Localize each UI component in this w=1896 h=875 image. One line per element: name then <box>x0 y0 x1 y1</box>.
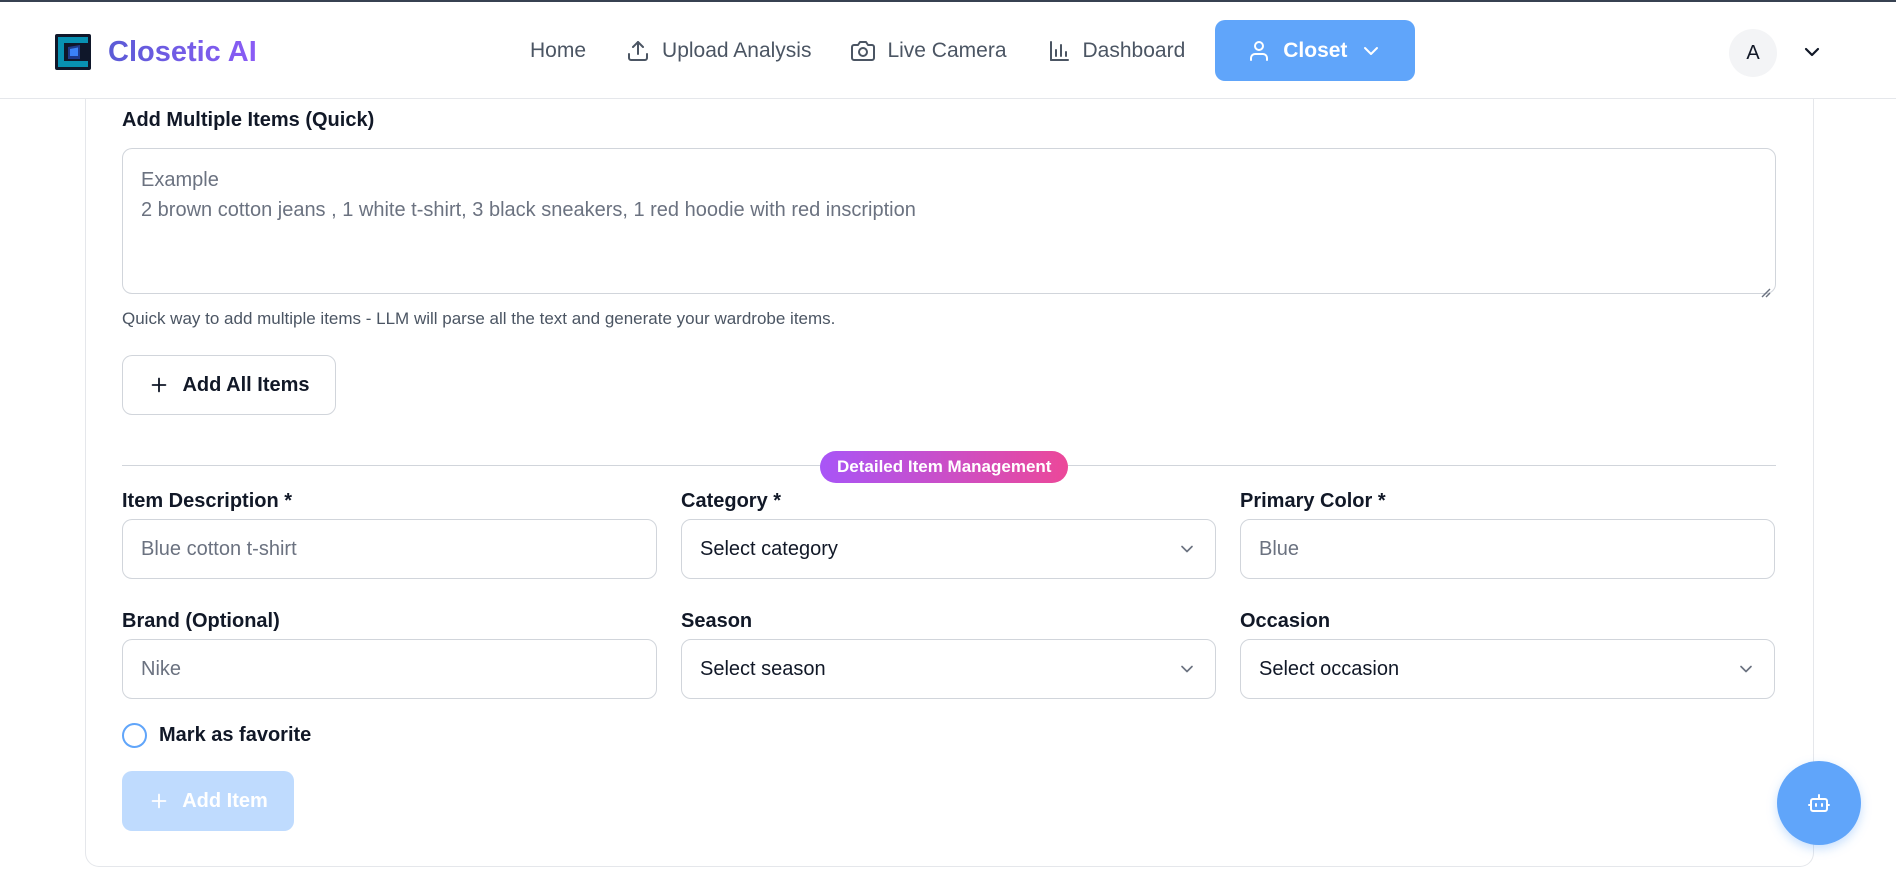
brand[interactable]: Closetic AI <box>54 33 257 71</box>
brand-name: Closetic AI <box>108 35 257 68</box>
closetic-logo-icon <box>55 34 91 70</box>
assistant-fab-button[interactable] <box>1777 761 1861 845</box>
chevron-down-icon <box>1364 46 1379 55</box>
chevron-down-icon <box>1181 545 1193 553</box>
primary-color-field[interactable] <box>1240 519 1775 579</box>
quick-add-helper-text: Quick way to add multiple items - LLM wi… <box>122 309 836 328</box>
item-description-field[interactable] <box>122 519 657 579</box>
avatar[interactable]: A <box>1729 29 1777 77</box>
brand-field[interactable] <box>122 639 657 699</box>
primary-color-input[interactable] <box>1259 537 1756 561</box>
bot-icon <box>1808 794 1830 812</box>
nav-dashboard-label: Dashboard <box>1082 38 1186 62</box>
favorite-checkbox[interactable] <box>122 723 147 748</box>
nav-upload-analysis[interactable]: Upload Analysis <box>606 20 831 81</box>
nav-home[interactable]: Home <box>510 20 606 81</box>
brand-input[interactable] <box>141 657 638 681</box>
category-select-value: Select category <box>700 537 838 560</box>
chevron-down-icon <box>1740 665 1752 673</box>
add-all-items-button[interactable]: Add All Items <box>122 355 336 415</box>
avatar-initial: A <box>1746 41 1760 64</box>
category-select[interactable]: Select category <box>681 519 1216 579</box>
chevron-down-icon <box>1181 665 1193 673</box>
resize-grip-icon[interactable] <box>1759 277 1771 298</box>
bar-chart-icon <box>1049 40 1069 61</box>
category-label: Category * <box>681 490 782 512</box>
nav-closet-label: Closet <box>1283 38 1348 62</box>
nav-home-label: Home <box>530 38 587 62</box>
item-description-input[interactable] <box>141 537 638 561</box>
add-all-items-label: Add All Items <box>182 373 310 396</box>
quick-add-placeholder-line2: 2 brown cotton jeans , 1 white t-shirt, … <box>141 199 916 221</box>
plus-icon <box>152 377 167 393</box>
item-description-label: Item Description * <box>122 490 293 512</box>
brand-label: Brand (Optional) <box>122 610 280 632</box>
add-item-label: Add Item <box>182 789 268 812</box>
quick-add-textarea[interactable]: Example 2 brown cotton jeans , 1 white t… <box>122 148 1776 298</box>
camera-icon <box>851 40 876 61</box>
user-icon <box>1250 40 1269 61</box>
plus-icon <box>151 793 167 809</box>
quick-add-placeholder-line1: Example <box>141 169 219 191</box>
season-select[interactable]: Select season <box>681 639 1216 699</box>
add-item-button[interactable]: Add Item <box>122 771 294 831</box>
season-select-value: Select season <box>700 657 826 680</box>
top-navbar: Closetic AI Home Upload Analysis Live Ca… <box>0 2 1896 99</box>
season-label: Season <box>681 610 753 632</box>
occasion-select[interactable]: Select occasion <box>1240 639 1775 699</box>
quick-add-label: Add Multiple Items (Quick) <box>122 109 375 131</box>
occasion-select-value: Select occasion <box>1259 657 1400 680</box>
nav-live-camera-label: Live Camera <box>887 38 1007 62</box>
upload-icon <box>628 40 649 61</box>
account-menu-toggle[interactable] <box>1800 40 1824 64</box>
main-nav: Home Upload Analysis Live Camera Dashboa… <box>510 20 1416 81</box>
nav-live-camera[interactable]: Live Camera <box>831 20 1026 81</box>
favorite-label[interactable]: Mark as favorite <box>159 724 311 747</box>
nav-dashboard[interactable]: Dashboard <box>1027 20 1206 81</box>
chevron-down-icon <box>1804 47 1820 57</box>
favorite-row: Mark as favorite <box>122 723 311 748</box>
occasion-label: Occasion <box>1240 610 1331 632</box>
nav-upload-analysis-label: Upload Analysis <box>662 38 812 62</box>
section-badge: Detailed Item Management <box>820 451 1069 483</box>
primary-color-label: Primary Color * <box>1240 490 1386 512</box>
nav-closet[interactable]: Closet <box>1215 20 1416 81</box>
